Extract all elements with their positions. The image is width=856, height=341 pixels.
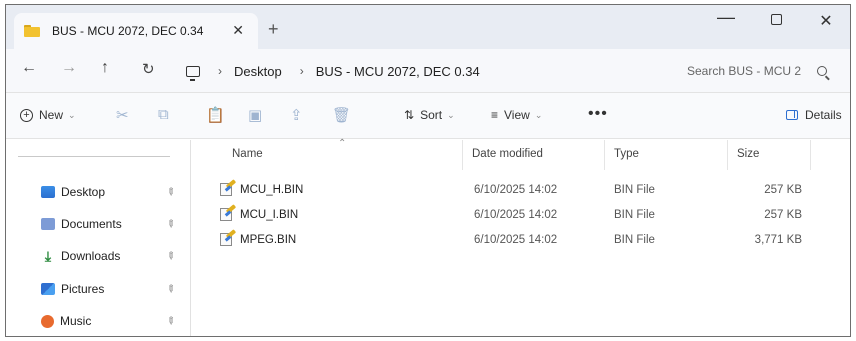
tab-close-icon[interactable]: ✕ bbox=[232, 22, 244, 39]
table-row[interactable]: MCU_H.BIN 6/10/2025 14:02 BIN File 257 K… bbox=[192, 179, 850, 203]
chevron-down-icon: ⌄ bbox=[534, 109, 543, 120]
bin-file-icon bbox=[220, 229, 237, 246]
column-divider[interactable] bbox=[462, 140, 463, 170]
maximize-button[interactable] bbox=[756, 12, 796, 30]
file-type: BIN File bbox=[614, 209, 655, 221]
view-icon: ≡ bbox=[491, 108, 499, 122]
share-icon[interactable]: ⇪ bbox=[290, 106, 303, 124]
pictures-icon bbox=[41, 283, 55, 295]
chevron-right-icon[interactable]: › bbox=[300, 64, 304, 78]
file-date-modified: 6/10/2025 14:02 bbox=[474, 184, 558, 196]
pin-icon[interactable]: ✎ bbox=[163, 185, 177, 199]
sort-icon: ⇅ bbox=[404, 108, 415, 122]
new-button[interactable]: + New ⌄ bbox=[20, 108, 76, 122]
column-header-size[interactable]: Size bbox=[737, 148, 759, 160]
sidebar-item-downloads[interactable]: ⤓ Downloads ✎ bbox=[41, 247, 186, 265]
explorer-window: BUS - MCU 2072, DEC 0.34 ✕ + — ✕ ← → ↑ ↻… bbox=[5, 4, 851, 337]
sidebar-item-label: Music bbox=[60, 314, 92, 328]
column-divider[interactable] bbox=[727, 140, 728, 170]
view-button[interactable]: ≡ View ⌄ bbox=[491, 108, 542, 122]
cut-icon[interactable]: ✂ bbox=[116, 106, 129, 124]
column-divider[interactable] bbox=[810, 140, 811, 170]
music-icon bbox=[41, 314, 54, 328]
folder-icon bbox=[24, 25, 40, 37]
file-size: 257 KB bbox=[764, 184, 802, 196]
file-list: Name ⌃ Date modified Type Size MCU_H.BIN… bbox=[192, 138, 850, 336]
back-arrow-icon[interactable]: ← bbox=[21, 59, 37, 77]
sidebar-item-documents[interactable]: Documents ✎ bbox=[41, 215, 186, 233]
navigation-pane: Desktop ✎ Documents ✎ ⤓ Downloads ✎ Pict… bbox=[6, 140, 191, 336]
chevron-down-icon: ⌄ bbox=[68, 109, 76, 120]
file-name: MCU_I.BIN bbox=[240, 209, 299, 221]
content-area: Desktop ✎ Documents ✎ ⤓ Downloads ✎ Pict… bbox=[6, 138, 850, 336]
details-button[interactable]: Details bbox=[786, 108, 842, 122]
documents-icon bbox=[41, 218, 55, 230]
search-box[interactable] bbox=[681, 55, 847, 87]
sidebar-item-desktop[interactable]: Desktop ✎ bbox=[41, 183, 186, 201]
more-options-icon[interactable]: ••• bbox=[588, 105, 608, 123]
title-bar: BUS - MCU 2072, DEC 0.34 ✕ + — ✕ bbox=[6, 5, 850, 49]
column-divider[interactable] bbox=[604, 140, 605, 170]
column-header-date-modified[interactable]: Date modified bbox=[472, 148, 543, 160]
delete-icon[interactable]: 🗑 bbox=[332, 106, 351, 124]
pin-icon[interactable]: ✎ bbox=[163, 314, 177, 328]
sidebar-item-label: Desktop bbox=[61, 185, 106, 199]
up-arrow-icon[interactable]: ↑ bbox=[101, 59, 109, 77]
search-input[interactable] bbox=[681, 64, 809, 78]
details-pane-icon bbox=[786, 110, 798, 120]
pin-icon[interactable]: ✎ bbox=[163, 249, 177, 263]
breadcrumb[interactable]: › Desktop › BUS - MCU 2072, DEC 0.34 bbox=[174, 55, 670, 87]
forward-arrow-icon[interactable]: → bbox=[61, 59, 77, 77]
pin-icon[interactable]: ✎ bbox=[163, 282, 177, 296]
refresh-icon[interactable]: ↻ bbox=[142, 60, 155, 78]
downloads-icon: ⤓ bbox=[44, 248, 52, 264]
pin-icon[interactable]: ✎ bbox=[163, 217, 177, 231]
address-bar: ← → ↑ ↻ › Desktop › BUS - MCU 2072, DEC … bbox=[6, 49, 850, 93]
breadcrumb-desktop[interactable]: Desktop bbox=[234, 64, 282, 79]
maximize-icon bbox=[770, 14, 782, 25]
monitor-icon[interactable] bbox=[186, 65, 200, 81]
rename-icon[interactable]: ▣ bbox=[248, 106, 262, 124]
bin-file-icon bbox=[220, 204, 237, 221]
file-name: MPEG.BIN bbox=[240, 234, 297, 246]
tab-title: BUS - MCU 2072, DEC 0.34 bbox=[52, 24, 204, 38]
file-name: MCU_H.BIN bbox=[240, 184, 304, 196]
column-header-name[interactable]: Name bbox=[232, 148, 263, 160]
close-window-button[interactable]: ✕ bbox=[806, 11, 846, 31]
minimize-button[interactable]: — bbox=[706, 7, 746, 28]
desktop-icon bbox=[41, 186, 55, 198]
sidebar-item-label: Pictures bbox=[61, 282, 105, 296]
sort-ascending-icon: ⌃ bbox=[338, 138, 347, 149]
view-label: View bbox=[504, 108, 530, 122]
paste-icon[interactable]: 📋 bbox=[206, 106, 225, 124]
file-date-modified: 6/10/2025 14:02 bbox=[474, 234, 558, 246]
column-header-type[interactable]: Type bbox=[614, 148, 639, 160]
file-size: 3,771 KB bbox=[754, 234, 802, 246]
new-tab-button[interactable]: + bbox=[268, 19, 279, 40]
tab-current-folder[interactable]: BUS - MCU 2072, DEC 0.34 ✕ bbox=[14, 13, 258, 49]
command-bar: + New ⌄ ✂ ⧉ 📋 ▣ ⇪ 🗑 ⇅ Sort ⌄ ≡ View ⌄ ••… bbox=[6, 93, 850, 139]
divider bbox=[18, 156, 170, 157]
sidebar-item-pictures[interactable]: Pictures ✎ bbox=[41, 280, 186, 298]
table-row[interactable]: MPEG.BIN 6/10/2025 14:02 BIN File 3,771 … bbox=[192, 229, 850, 253]
sort-label: Sort bbox=[420, 108, 443, 122]
file-size: 257 KB bbox=[764, 209, 802, 221]
file-date-modified: 6/10/2025 14:02 bbox=[474, 209, 558, 221]
sidebar-item-music[interactable]: Music ✎ bbox=[41, 312, 186, 330]
chevron-right-icon[interactable]: › bbox=[218, 64, 222, 78]
file-type: BIN File bbox=[614, 234, 655, 246]
details-label: Details bbox=[805, 108, 842, 122]
sidebar-item-label: Documents bbox=[61, 217, 122, 231]
sort-button[interactable]: ⇅ Sort ⌄ bbox=[404, 108, 455, 122]
chevron-down-icon: ⌄ bbox=[447, 109, 455, 120]
copy-icon[interactable]: ⧉ bbox=[158, 106, 169, 123]
table-row[interactable]: MCU_I.BIN 6/10/2025 14:02 BIN File 257 K… bbox=[192, 204, 850, 228]
new-label: New bbox=[39, 108, 64, 122]
sidebar-item-label: Downloads bbox=[61, 249, 121, 263]
plus-circle-icon: + bbox=[20, 108, 33, 122]
breadcrumb-current-folder[interactable]: BUS - MCU 2072, DEC 0.34 bbox=[316, 64, 480, 79]
file-type: BIN File bbox=[614, 184, 655, 196]
bin-file-icon bbox=[220, 179, 237, 196]
search-icon[interactable] bbox=[817, 66, 827, 76]
